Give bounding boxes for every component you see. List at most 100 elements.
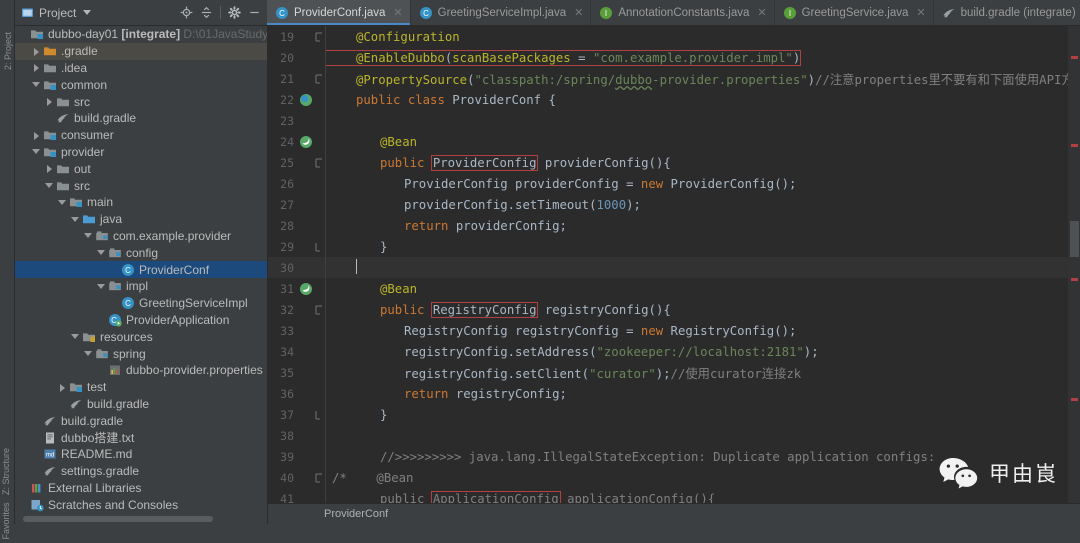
code-line[interactable]: 24 @Bean — [268, 131, 1080, 152]
tree-item-config[interactable]: config — [15, 244, 267, 261]
tree-item-providerapplication[interactable]: C ProviderApplication — [15, 312, 267, 329]
tree-item-main[interactable]: main — [15, 194, 267, 211]
code-text[interactable]: @PropertySource("classpath:/spring/dubbo… — [326, 70, 1080, 88]
tree-item-scratches-and-consoles[interactable]: Scratches and Consoles — [15, 496, 267, 513]
tool-window-favorites-label[interactable]: Favorites — [1, 499, 11, 543]
tree-item-build.gradle[interactable]: build.gradle — [15, 412, 267, 429]
chevron-right-icon[interactable] — [32, 47, 41, 56]
code-text[interactable]: RegistryConfig registryConfig = new Regi… — [326, 324, 796, 338]
locate-icon[interactable] — [180, 6, 193, 19]
chevron-down-icon[interactable] — [71, 332, 80, 341]
tree-item-src[interactable]: src — [15, 93, 267, 110]
chevron-right-icon[interactable] — [58, 383, 67, 392]
gear-icon[interactable] — [228, 6, 241, 19]
collapse-all-icon[interactable] — [200, 6, 213, 19]
tool-window-structure-label[interactable]: Z: Structure — [1, 448, 11, 495]
code-line[interactable]: 27 providerConfig.setTimeout(1000); — [268, 194, 1080, 215]
tree-item-test[interactable]: test — [15, 379, 267, 396]
code-text[interactable]: registryConfig.setClient("curator");//使用… — [326, 364, 801, 382]
chevron-down-icon[interactable] — [58, 198, 67, 207]
tree-item-src[interactable]: src — [15, 177, 267, 194]
chevron-down-icon[interactable] — [71, 215, 80, 224]
code-line[interactable]: 20 @EnableDubbo(scanBasePackages = "com.e… — [268, 47, 1080, 68]
editor-tab-annotationconstants-java[interactable]: I AnnotationConstants.java ✕ — [591, 0, 775, 25]
breadcrumb[interactable]: ProviderConf — [268, 503, 1080, 524]
spring-bean-icon[interactable] — [298, 278, 314, 299]
editor-tab-providerconf-java[interactable]: C ProviderConf.java ✕ — [267, 0, 411, 25]
code-line[interactable]: 23 — [268, 110, 1080, 131]
tree-item-dubbo搭建.txt[interactable]: dubbo搭建.txt — [15, 429, 267, 446]
tree-item-dubbo-day01[interactable]: dubbo-day01 [integrate] D:\01JavaStudy\d… — [15, 26, 267, 43]
tree-item-com.example.provider[interactable]: com.example.provider — [15, 228, 267, 245]
code-text[interactable] — [326, 259, 357, 275]
chevron-down-icon[interactable] — [84, 349, 93, 358]
code-text[interactable]: public ApplicationConfig applicationConf… — [326, 490, 715, 503]
error-marker[interactable] — [1071, 56, 1078, 59]
tree-item-external-libraries[interactable]: External Libraries — [15, 480, 267, 497]
code-line[interactable]: 25 public ProviderConfig providerConfig()… — [268, 152, 1080, 173]
code-text[interactable]: /* @Bean — [326, 471, 413, 485]
chevron-down-icon[interactable] — [83, 10, 92, 15]
tree-item-settings.gradle[interactable]: settings.gradle — [15, 463, 267, 480]
code-text[interactable]: public RegistryConfig registryConfig(){ — [326, 301, 671, 318]
tree-item-build.gradle[interactable]: build.gradle — [15, 110, 267, 127]
code-text[interactable]: //>>>>>>>>> java.lang.IllegalStateExcept… — [326, 450, 935, 464]
code-line[interactable]: 34 registryConfig.setAddress("zookeeper:/… — [268, 341, 1080, 362]
code-text[interactable]: return providerConfig; — [326, 219, 567, 233]
code-text[interactable]: public ProviderConfig providerConfig(){ — [326, 154, 671, 171]
close-icon[interactable]: ✕ — [393, 6, 402, 19]
code-line[interactable]: 35 registryConfig.setClient("curator");//… — [268, 362, 1080, 383]
scrollbar-thumb[interactable] — [1070, 221, 1079, 257]
code-text[interactable]: registryConfig.setAddress("zookeeper://l… — [326, 345, 819, 359]
minimize-icon[interactable] — [248, 6, 261, 19]
tree-horizontal-scrollbar[interactable] — [23, 516, 213, 522]
code-text[interactable]: return registryConfig; — [326, 387, 567, 401]
code-text[interactable]: @Configuration — [326, 30, 460, 44]
chevron-down-icon[interactable] — [32, 80, 41, 89]
close-icon[interactable]: ✕ — [916, 6, 925, 19]
tree-item-spring[interactable]: spring — [15, 345, 267, 362]
tree-item-common[interactable]: common — [15, 76, 267, 93]
chevron-down-icon[interactable] — [84, 231, 93, 240]
chevron-down-icon[interactable] — [97, 282, 106, 291]
chevron-right-icon[interactable] — [45, 97, 54, 107]
tree-item-readme.md[interactable]: md README.md — [15, 446, 267, 463]
code-line[interactable]: 19 @Configuration — [268, 26, 1080, 47]
code-line[interactable]: 31 @Bean — [268, 278, 1080, 299]
code-line[interactable]: 36 return registryConfig; — [268, 383, 1080, 404]
project-title-button[interactable]: Project — [21, 6, 92, 20]
editor-marker-bar[interactable] — [1068, 26, 1080, 503]
close-icon[interactable]: ✕ — [757, 6, 766, 19]
code-line[interactable]: 30 — [268, 257, 1080, 278]
chevron-right-icon[interactable] — [32, 63, 41, 73]
code-text[interactable]: ProviderConfig providerConfig = new Prov… — [326, 177, 796, 191]
tree-item-impl[interactable]: impl — [15, 278, 267, 295]
code-editor[interactable]: 19 @Configuration 20 @EnableDubbo(scanBaseP… — [268, 26, 1080, 524]
code-line[interactable]: 28 return providerConfig; — [268, 215, 1080, 236]
editor-tab-greetingservice-java[interactable]: I GreetingService.java ✕ — [775, 0, 934, 25]
code-line[interactable]: 37} — [268, 404, 1080, 425]
tree-item-resources[interactable]: resources — [15, 328, 267, 345]
chevron-down-icon[interactable] — [97, 248, 106, 257]
tree-item-java[interactable]: java — [15, 211, 267, 228]
tree-item-dubbo-provider.properties[interactable]: dubbo-provider.properties — [15, 362, 267, 379]
spring-bean-blue-icon[interactable] — [298, 89, 314, 110]
tree-item-provider[interactable]: provider — [15, 144, 267, 161]
tree-item-consumer[interactable]: consumer — [15, 127, 267, 144]
code-line[interactable]: 26 ProviderConfig providerConfig = new Pr… — [268, 173, 1080, 194]
code-line[interactable]: 41 public ApplicationConfig applicationCo… — [268, 488, 1080, 503]
tree-item-out[interactable]: out — [15, 160, 267, 177]
close-icon[interactable]: ✕ — [574, 6, 583, 19]
tree-item-.gradle[interactable]: .gradle — [15, 42, 267, 60]
code-line[interactable]: 32 public RegistryConfig registryConfig()… — [268, 299, 1080, 320]
chevron-right-icon[interactable] — [45, 164, 54, 174]
code-text[interactable]: @Bean — [326, 282, 417, 296]
code-text[interactable]: providerConfig.setTimeout(1000); — [326, 198, 641, 212]
code-line[interactable]: 33 RegistryConfig registryConfig = new Re… — [268, 320, 1080, 341]
code-text[interactable]: } — [326, 408, 387, 422]
code-text[interactable]: } — [326, 240, 387, 254]
spring-bean-icon[interactable] — [298, 131, 314, 152]
project-tree[interactable]: dubbo-day01 [integrate] D:\01JavaStudy\d… — [15, 26, 268, 524]
editor-tab-greetingserviceimpl-java[interactable]: C GreetingServiceImpl.java ✕ — [411, 0, 592, 25]
tree-item-providerconf[interactable]: C ProviderConf — [15, 261, 267, 278]
